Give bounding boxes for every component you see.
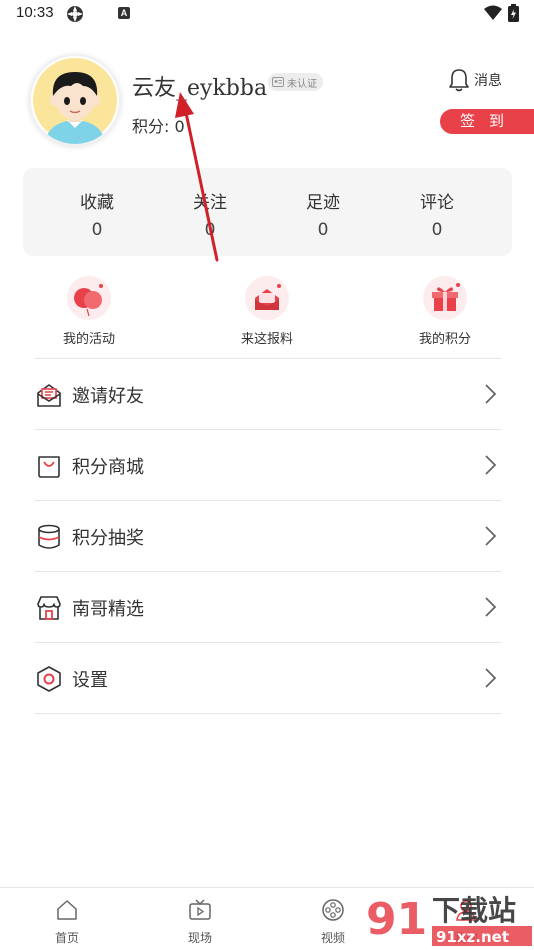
nav-home[interactable]: 首页 — [32, 898, 102, 946]
stat-value: 0 — [91, 220, 103, 240]
lottery-drum-icon — [35, 523, 63, 551]
signin-button[interactable]: 签到 — [440, 109, 534, 134]
verify-badge-label: 未认证 — [287, 78, 317, 90]
chevron-right-icon — [483, 667, 497, 693]
menu-settings[interactable]: 设置 — [35, 643, 501, 714]
store-icon — [35, 594, 63, 622]
home-icon — [57, 900, 77, 920]
nav-video[interactable]: 视频 — [298, 898, 368, 946]
menu-invite-friends[interactable]: 邀请好友 — [35, 359, 501, 430]
chevron-right-icon — [483, 454, 497, 480]
chevron-right-icon — [483, 525, 497, 551]
system-gear-icon — [66, 5, 84, 27]
username: 云友_eykbba — [132, 76, 268, 101]
status-time: 10:33 — [16, 4, 54, 21]
tv-icon — [189, 899, 211, 920]
menu-label: 积分抽奖 — [72, 528, 144, 549]
stat-label: 足迹 — [306, 193, 340, 213]
watermark-logo-icon: 91 下载站 91xz.net — [366, 894, 532, 946]
balloon-icon — [67, 276, 111, 320]
quick-label: 来这报料 — [240, 332, 293, 347]
avatar-cartoon-icon — [33, 58, 117, 144]
id-card-icon — [272, 77, 284, 87]
watermark-url: 91xz.net — [436, 928, 509, 946]
quick-my-activities[interactable]: 我的活动 — [34, 276, 144, 347]
watermark-text: 下载站 — [432, 894, 516, 927]
shopping-bag-icon — [35, 452, 63, 480]
chevron-right-icon — [483, 596, 497, 622]
menu-points-mall[interactable]: 积分商城 — [35, 430, 501, 501]
messages-button[interactable]: 消息 — [448, 68, 502, 92]
menu-points-lottery[interactable]: 积分抽奖 — [35, 501, 501, 572]
film-reel-icon — [322, 899, 344, 921]
stat-label: 评论 — [420, 193, 454, 213]
quick-label: 我的积分 — [418, 332, 471, 347]
mailbox-icon — [245, 276, 289, 320]
stat-value: 0 — [431, 220, 443, 240]
watermark-logo: 91 — [366, 894, 427, 945]
quick-submit-news[interactable]: 来这报料 — [212, 276, 322, 347]
menu-label: 积分商城 — [72, 457, 144, 478]
points-label: 积分: 0 — [132, 117, 185, 136]
nav-label: 首页 — [54, 931, 79, 945]
watermark: 91 下载站 91xz.net — [364, 888, 534, 950]
quick-label: 我的活动 — [62, 332, 115, 347]
menu-nange-picks[interactable]: 南哥精选 — [35, 572, 501, 643]
chevron-right-icon — [483, 383, 497, 409]
avatar[interactable] — [29, 54, 121, 146]
stat-label: 关注 — [193, 193, 227, 213]
wifi-icon — [484, 5, 502, 25]
menu-label: 邀请好友 — [72, 386, 144, 407]
stat-value: 0 — [317, 220, 329, 240]
invite-mail-icon — [35, 381, 63, 409]
bell-icon — [449, 69, 469, 92]
stat-value: 0 — [204, 220, 216, 240]
nav-label: 视频 — [320, 931, 345, 945]
stat-label: 收藏 — [80, 193, 114, 213]
stats-panel: 收藏 0 关注 0 足迹 0 评论 0 — [23, 168, 512, 256]
quick-my-points[interactable]: 我的积分 — [390, 276, 500, 347]
verify-badge[interactable]: 未认证 — [268, 73, 323, 91]
gift-icon — [423, 276, 467, 320]
nav-label: 现场 — [187, 931, 212, 945]
menu-label: 设置 — [72, 670, 108, 691]
app-notification-icon: A — [118, 7, 130, 19]
menu-label: 南哥精选 — [72, 599, 144, 620]
status-bar: 10:33 A — [0, 0, 534, 28]
nav-live[interactable]: 现场 — [165, 898, 235, 946]
battery-icon — [508, 4, 519, 26]
messages-label: 消息 — [474, 73, 502, 89]
settings-hexagon-icon — [35, 665, 63, 693]
